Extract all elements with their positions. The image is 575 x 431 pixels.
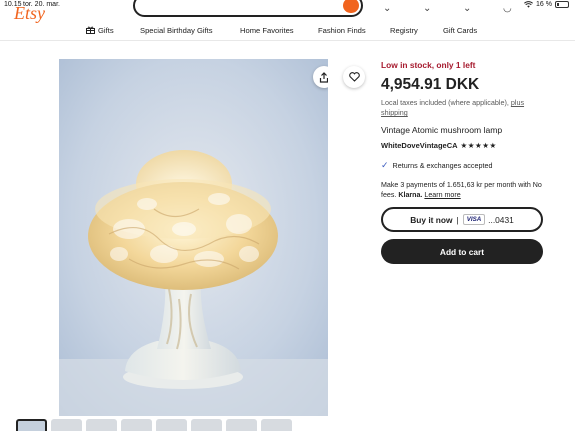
gift-icon [86,26,95,34]
search-input[interactable] [133,0,363,17]
thumbnail-3[interactable] [86,419,117,431]
nav-item-registry[interactable]: Registry [390,26,418,35]
thumbnail-6[interactable] [191,419,222,431]
klarna-learn-more-link[interactable]: Learn more [424,191,460,199]
check-icon: ✓ [381,160,389,170]
wifi-icon [524,1,533,8]
share-icon [319,71,328,83]
thumbnail-5[interactable] [156,419,187,431]
rating-stars[interactable]: ★★★★★ [461,141,497,150]
nav-item-gift-cards[interactable]: Gift Cards [443,26,477,35]
add-to-cart-button[interactable]: Add to cart [381,239,543,264]
nav-item-fashion-finds[interactable]: Fashion Finds [318,26,366,35]
shop-row: WhiteDoveVintageCA ★★★★★ [381,141,497,150]
shop-name-link[interactable]: WhiteDoveVintageCA [381,141,458,150]
product-price: 4,954.91 DKK [381,76,480,93]
thumbnail-8[interactable] [261,419,292,431]
stock-notice: Low in stock, only 1 left [381,60,476,70]
klarna-info: Make 3 payments of 1.651,63 kr per month… [381,180,551,200]
thumbnail-1[interactable] [16,419,47,431]
cart-header-icon[interactable]: ◡ [503,3,512,14]
buy-separator: | [456,214,459,225]
mushroom-lamp-photo [59,59,328,416]
product-image[interactable] [59,59,328,416]
nav-item-special-birthday-gifts[interactable]: Special Birthday Gifts [140,26,213,35]
category-nav: Gifts Special Birthday Gifts Home Favori… [0,21,575,41]
nav-label: Gifts [98,26,114,35]
nav-item-gifts[interactable]: Gifts [86,26,114,35]
visa-card-icon: VISA [462,214,486,225]
bell-icon[interactable]: ⌄ [383,3,391,14]
klarna-brand: Klarna. [398,191,423,199]
heart-icon [348,72,360,82]
tax-text: Local taxes included (where applicable), [381,98,511,107]
profile-icon[interactable]: ⌄ [463,3,471,14]
nav-item-home-favorites[interactable]: Home Favorites [240,26,294,35]
thumbnail-2[interactable] [51,419,82,431]
favorite-button[interactable] [343,66,365,88]
buy-now-label: Buy it now [410,214,453,225]
heart-header-icon[interactable]: ⌄ [423,3,431,14]
status-indicators: 16 % [524,1,569,8]
thumbnail-7[interactable] [226,419,257,431]
returns-row: ✓ Returns & exchanges accepted [381,160,492,171]
battery-percent: 16 % [536,1,552,8]
battery-icon [555,1,569,8]
buy-now-button[interactable]: Buy it now | VISA ...0431 [381,207,543,232]
card-last4: ...0431 [488,214,514,225]
search-button[interactable] [343,0,359,13]
share-button[interactable] [313,66,328,88]
returns-text: Returns & exchanges accepted [392,161,493,170]
product-title: Vintage Atomic mushroom lamp [381,125,503,135]
thumbnail-4[interactable] [121,419,152,431]
tax-note: Local taxes included (where applicable),… [381,98,551,118]
